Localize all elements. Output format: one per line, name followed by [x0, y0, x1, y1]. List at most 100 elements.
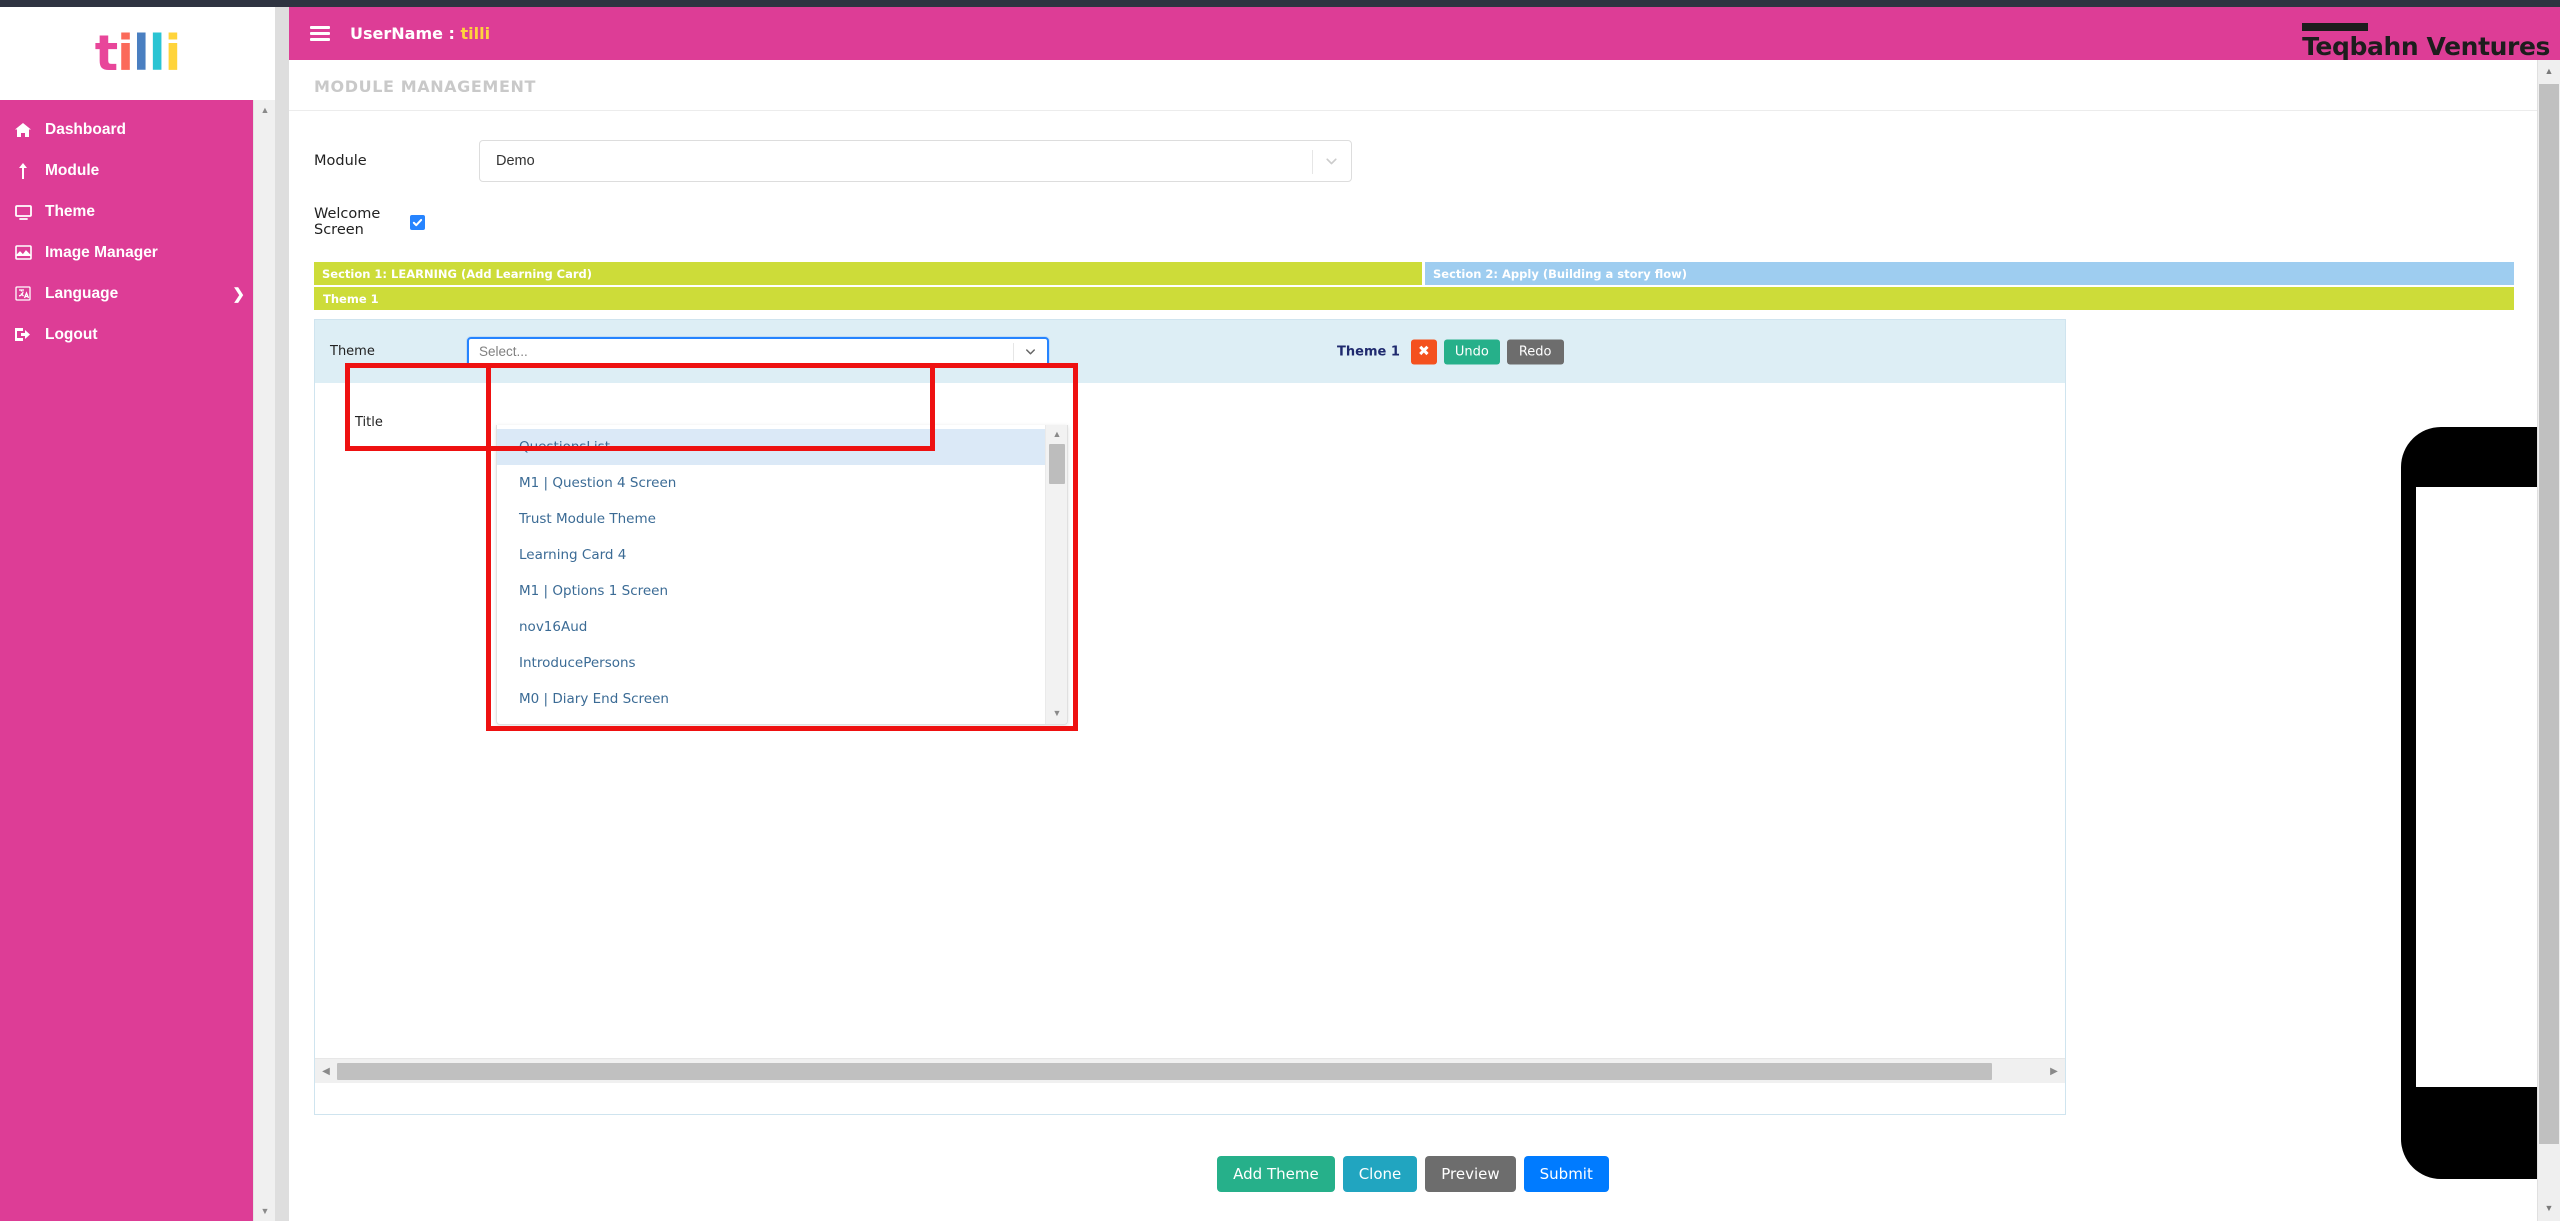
translate-icon: [15, 286, 45, 301]
sidebar-item-logout[interactable]: Logout: [0, 314, 275, 355]
horizontal-scroll-thumb[interactable]: [337, 1062, 1992, 1080]
top-strip: [0, 0, 2560, 7]
sidebar-item-label-language: Language: [45, 284, 119, 302]
action-buttons: Add Theme Clone Preview Submit: [289, 1156, 2537, 1192]
theme-bar: Theme 1: [314, 285, 2514, 310]
chevron-right-icon: ❯: [232, 285, 245, 303]
scroll-left-icon[interactable]: ◀: [315, 1059, 337, 1084]
dropdown-option[interactable]: M1 | Options 1 Screen: [497, 573, 1067, 609]
sidebar-scroll-down-icon[interactable]: ▼: [254, 1201, 276, 1221]
theme-controls: Theme 1 ✖ Undo Redo: [1337, 339, 1564, 364]
theme-dropdown-menu[interactable]: QuestionsList M1 | Question 4 Screen Tru…: [496, 425, 1068, 725]
dropdown-option[interactable]: M1 | Question 4 Screen: [497, 465, 1067, 501]
sidebar-item-module[interactable]: Module: [0, 150, 275, 191]
chevron-down-icon[interactable]: [1023, 344, 1038, 359]
sidebar-item-language[interactable]: Language ❯: [0, 273, 275, 314]
username-display: UserName : tilli: [350, 24, 490, 43]
dropdown-option[interactable]: Test 1: [497, 717, 1067, 724]
page-scroll-thumb[interactable]: [2539, 84, 2559, 1144]
theme-select-caret-wrap[interactable]: [1013, 339, 1047, 365]
company-name: Teqbahn Ventures: [2302, 32, 2550, 61]
scroll-right-icon[interactable]: ▶: [2043, 1059, 2065, 1084]
clone-button[interactable]: Clone: [1342, 1156, 1418, 1192]
section-2-header[interactable]: Section 2: Apply (Building a story flow): [1425, 262, 2514, 285]
module-label: Module: [314, 153, 367, 169]
theme-select-input[interactable]: Select...: [467, 336, 1049, 367]
hamburger-icon[interactable]: [310, 26, 330, 41]
sidebar-scroll-up-icon[interactable]: ▲: [254, 100, 276, 120]
logo-letter-i1: i: [117, 25, 134, 82]
username-label: UserName :: [350, 24, 461, 43]
logout-icon: [15, 327, 45, 342]
redo-button[interactable]: Redo: [1506, 339, 1564, 364]
dropdown-scroll-up-icon[interactable]: ▲: [1046, 425, 1067, 443]
welcome-screen-label: Welcome Screen: [314, 206, 381, 238]
dropdown-option[interactable]: IntroducePersons: [497, 645, 1067, 681]
dropdown-scroll-thumb[interactable]: [1049, 444, 1065, 484]
add-theme-button[interactable]: Add Theme: [1217, 1156, 1335, 1192]
page-scrollbar[interactable]: ▲ ▼: [2537, 60, 2560, 1221]
theme-dropdown-option-list: QuestionsList M1 | Question 4 Screen Tru…: [497, 425, 1067, 724]
submit-button[interactable]: Submit: [1523, 1156, 1609, 1192]
sidebar-item-label-image-manager: Image Manager: [45, 243, 158, 261]
module-select[interactable]: Demo: [479, 140, 1352, 182]
page-scroll-down-icon[interactable]: ▼: [2538, 1197, 2560, 1219]
delete-theme-button[interactable]: ✖: [1410, 339, 1437, 364]
title-divider: [289, 110, 2537, 111]
sidebar-nav: Dashboard Module Theme Image Manager Lan…: [0, 100, 275, 1221]
select-separator: [1013, 342, 1014, 361]
image-icon: [15, 245, 45, 260]
logo-letter-l1: l: [132, 25, 150, 82]
sidebar-item-label-theme: Theme: [45, 202, 95, 220]
sidebar-item-label-module: Module: [45, 161, 100, 179]
title-field-label: Title: [355, 415, 383, 430]
undo-button[interactable]: Undo: [1443, 339, 1500, 364]
app-root: tilli Dashboard Module Theme Image Manag…: [0, 0, 2560, 1221]
dropdown-option[interactable]: QuestionsList: [497, 429, 1067, 465]
phone-preview-screen[interactable]: [2416, 487, 2537, 1087]
username-value: tilli: [460, 24, 491, 43]
monitor-icon: [15, 204, 45, 220]
welcome-screen-row: Welcome Screen: [289, 206, 2537, 238]
phone-preview-mockup: [2401, 427, 2537, 1179]
logo-letter-t: t: [94, 25, 118, 82]
page-scroll-up-icon[interactable]: ▲: [2538, 60, 2560, 82]
theme-select-placeholder: Select...: [479, 344, 528, 359]
app-logo[interactable]: tilli: [0, 7, 275, 100]
theme-panel-header: Theme Select... Theme 1 ✖ Undo Redo: [315, 320, 2065, 383]
sidebar-item-image-manager[interactable]: Image Manager: [0, 232, 275, 273]
section-1-header[interactable]: Section 1: LEARNING (Add Learning Card): [314, 262, 1422, 285]
sidebar-scrollbar[interactable]: ▲ ▼: [253, 100, 275, 1221]
upload-icon: [15, 162, 45, 179]
sidebar-item-label-logout: Logout: [45, 325, 98, 343]
select-separator: [1312, 150, 1313, 174]
sidebar-gutter: [275, 7, 289, 1221]
tilli-logo-text: tilli: [95, 29, 182, 78]
theme-label: Theme: [330, 344, 375, 359]
chevron-down-icon[interactable]: [1323, 153, 1340, 170]
brand-dash-icon: [2302, 23, 2369, 31]
dropdown-scrollbar[interactable]: ▲ ▼: [1045, 425, 1067, 724]
sidebar-item-dashboard[interactable]: Dashboard: [0, 109, 275, 150]
sidebar: tilli Dashboard Module Theme Image Manag…: [0, 7, 275, 1221]
top-header: UserName : tilli Teqbahn Ventures Commun…: [289, 7, 2560, 90]
page-title: MODULE MANAGEMENT: [314, 77, 536, 96]
panel-horizontal-scrollbar[interactable]: ◀ ▶: [315, 1058, 2065, 1083]
sidebar-nav-list: Dashboard Module Theme Image Manager Lan…: [0, 100, 275, 355]
dropdown-scroll-down-icon[interactable]: ▼: [1046, 704, 1067, 722]
welcome-screen-checkbox[interactable]: [410, 214, 425, 230]
sidebar-item-label-dashboard: Dashboard: [45, 120, 126, 138]
logo-letter-l2: l: [148, 25, 166, 82]
dropdown-option[interactable]: Trust Module Theme: [497, 501, 1067, 537]
dropdown-option[interactable]: Learning Card 4: [497, 537, 1067, 573]
home-icon: [15, 122, 45, 138]
module-select-value: Demo: [496, 153, 535, 169]
sidebar-item-theme[interactable]: Theme: [0, 191, 275, 232]
section-tabs: Section 1: LEARNING (Add Learning Card) …: [314, 262, 2514, 285]
theme-number-label: Theme 1: [1337, 344, 1400, 359]
module-row: Module Demo: [289, 140, 2537, 182]
preview-button[interactable]: Preview: [1425, 1156, 1516, 1192]
dropdown-option[interactable]: nov16Aud: [497, 609, 1067, 645]
dropdown-option[interactable]: M0 | Diary End Screen: [497, 681, 1067, 717]
logo-letter-i2: i: [164, 25, 182, 82]
